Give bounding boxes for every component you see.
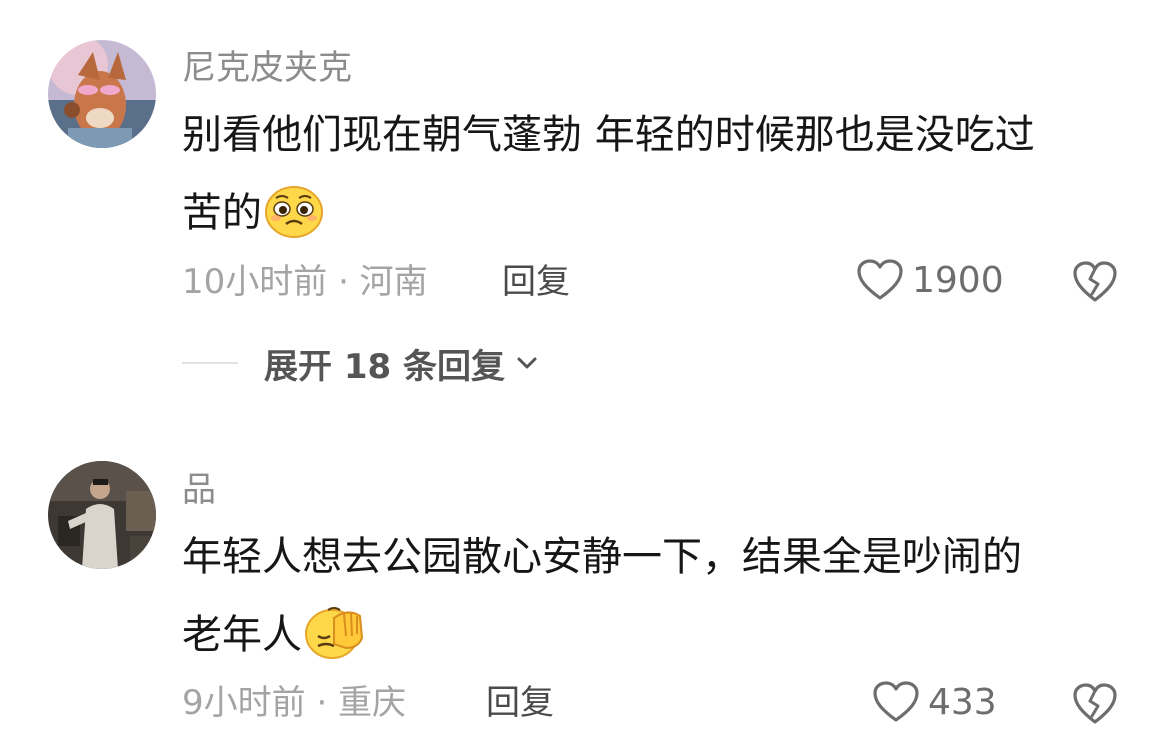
pleading-face-emoji — [264, 184, 324, 264]
avatar-image — [48, 40, 156, 148]
like-button[interactable]: 433 — [872, 680, 997, 724]
time-location: 9小时前 · 重庆 — [182, 683, 407, 723]
like-count: 433 — [928, 681, 997, 723]
comment-text-line: 别看他们现在朝气蓬勃 年轻的时候那也是没吃过 — [182, 112, 1035, 158]
like-count: 1900 — [912, 259, 1004, 301]
heart-outline-icon — [873, 681, 919, 722]
facepalm-emoji — [304, 604, 364, 686]
heart-outline-icon — [857, 259, 903, 300]
comment-text: 别看他们现在朝气蓬勃 年轻的时候那也是没吃过 苦的 — [182, 96, 1142, 264]
comment-text-line-2: 老年人 — [182, 596, 1142, 686]
time-location: 10小时前 · 河南 — [182, 262, 428, 302]
comment-text: 年轻人想去公园散心安静一下，结果全是吵闹的 老年人 — [182, 518, 1142, 686]
chevron-down-icon — [517, 357, 537, 369]
comment-text-line-end: 苦的 — [182, 190, 262, 236]
broken-heart-icon — [1073, 683, 1117, 724]
avatar[interactable] — [48, 461, 156, 569]
comment-meta: 10小时前 · 河南 — [182, 262, 428, 302]
expand-replies-button[interactable]: 展开 18 条回复 — [182, 340, 539, 387]
broken-heart-icon — [1073, 261, 1117, 302]
dislike-button[interactable] — [1072, 260, 1118, 304]
comment-text-line-2: 苦的 — [182, 174, 1142, 264]
comment-text-line: 年轻人想去公园散心安静一下，结果全是吵闹的 — [182, 534, 1022, 580]
divider-line — [182, 362, 238, 364]
reply-button[interactable]: 回复 — [502, 262, 570, 302]
reply-button[interactable]: 回复 — [486, 683, 554, 723]
username[interactable]: 品 — [182, 470, 216, 510]
username[interactable]: 尼克皮夹克 — [182, 48, 352, 88]
like-button[interactable]: 1900 — [856, 258, 1004, 302]
expand-replies-label: 展开 18 条回复 — [264, 346, 505, 387]
avatar-image — [48, 461, 156, 569]
comment-text-line-end: 老年人 — [182, 612, 302, 658]
avatar[interactable] — [48, 40, 156, 148]
dislike-button[interactable] — [1072, 682, 1118, 726]
comment-meta: 9小时前 · 重庆 — [182, 683, 406, 723]
